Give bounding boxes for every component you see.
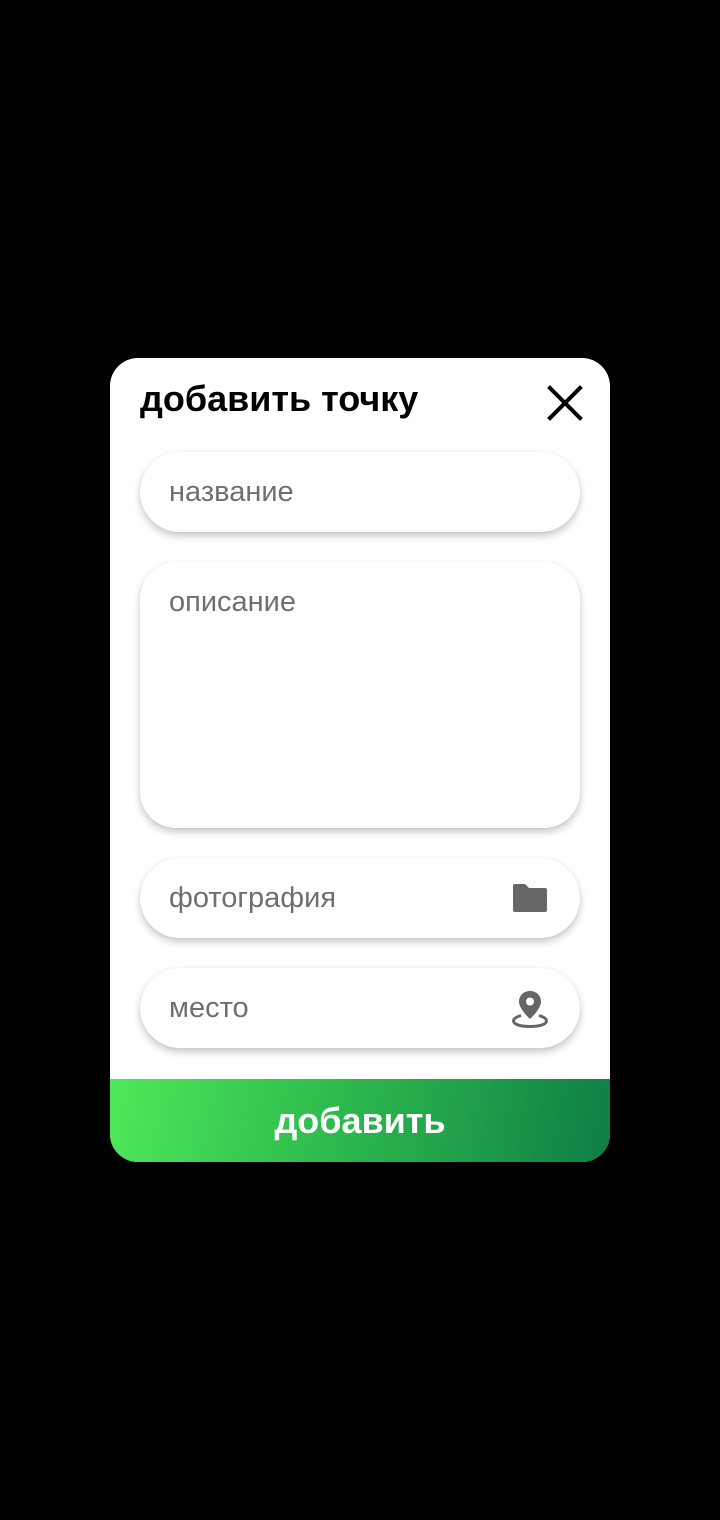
photo-input[interactable] <box>169 858 489 938</box>
photo-picker-button[interactable] <box>510 878 550 918</box>
dialog-title: добавить точку <box>140 378 419 419</box>
photo-field <box>140 858 580 938</box>
add-point-dialog: добавить точку добавить <box>110 358 610 1162</box>
folder-icon <box>513 884 547 912</box>
description-field <box>140 562 580 828</box>
name-field <box>140 452 580 532</box>
place-input[interactable] <box>169 968 489 1048</box>
place-field <box>140 968 580 1048</box>
description-input[interactable] <box>169 584 549 804</box>
close-button[interactable] <box>542 380 588 426</box>
add-button[interactable]: добавить <box>110 1079 610 1162</box>
location-pin-icon <box>511 991 549 1028</box>
place-picker-button[interactable] <box>510 988 550 1028</box>
name-input[interactable] <box>169 452 549 532</box>
close-icon <box>547 385 583 421</box>
